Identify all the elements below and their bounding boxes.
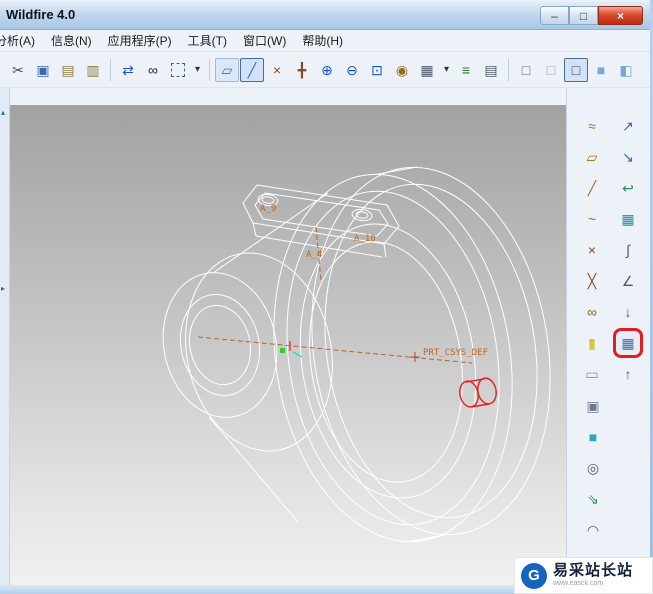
minimize-button[interactable]: – <box>540 6 569 25</box>
datum-axis-display-icon[interactable]: ╱ <box>240 57 264 82</box>
views-dropdown-icon[interactable]: ▾ <box>440 58 453 82</box>
saved-views-icon[interactable]: ▦ <box>415 58 439 82</box>
appearance-icon[interactable]: ▮ <box>580 331 604 355</box>
watermark-logo-icon: G <box>521 562 547 589</box>
watermark-url: www.easck.com <box>553 579 604 587</box>
menu-tools[interactable]: 工具(T) <box>180 30 235 51</box>
sketch-tool-icon[interactable]: ∠ <box>616 269 640 293</box>
feature-toolbar: ≈ ↗ ▱ ↘ ╱ ↩ ~ ▦ × ∫ ╳ ∠ ∞ ↓ ▮ ▦ ▭ ↑ ▣ ■ … <box>566 88 653 594</box>
orientation-triad <box>280 341 303 358</box>
datum-plane-display-icon[interactable]: ▱ <box>215 57 239 82</box>
shaded-display-icon[interactable]: ■ <box>589 58 613 82</box>
menubar: 分析(A) 信息(N) 应用程序(P) 工具(T) 窗口(W) 帮助(H) <box>0 30 653 52</box>
model-viewport[interactable]: A_9 A_10 A_4 PRT_CSYS_DEF <box>10 105 566 585</box>
close-button[interactable]: × <box>598 6 643 25</box>
feature-toolbar-grid: ≈ ↗ ▱ ↘ ╱ ↩ ~ ▦ × ∫ ╳ ∠ ∞ ↓ ▮ ▦ ▭ ↑ <box>567 114 653 386</box>
datum-tag-a10[interactable]: A_10 <box>354 234 376 244</box>
datum-axis-icon[interactable]: ╱ <box>580 176 604 200</box>
round-icon[interactable]: ◠ <box>581 518 605 542</box>
chain-tool-icon[interactable]: ∞ <box>580 300 604 324</box>
merge-tool-icon[interactable]: ↩ <box>616 176 640 200</box>
datum-plane-icon[interactable]: ▱ <box>580 145 604 169</box>
menu-applications[interactable]: 应用程序(P) <box>100 30 180 51</box>
watermark-brand: 易采站长站 <box>553 562 634 580</box>
maximize-button[interactable]: □ <box>569 6 598 25</box>
refit-icon[interactable]: ⊡ <box>365 58 389 82</box>
no-hidden-display-icon[interactable]: □ <box>564 57 588 82</box>
project-tool-icon[interactable]: ↓ <box>616 300 640 324</box>
toolbar-separator <box>209 58 210 81</box>
menu-analysis[interactable]: 分析(A) <box>0 30 43 51</box>
main-toolbar: ✂ ▣ ▤ ▥ ⇄ ∞ ▾ ▱ ╱ × ╋ ⊕ ⊖ ⊡ ◉ ▦ ▾ ≡ ▤ □ … <box>0 52 653 88</box>
cut-icon[interactable]: ✂ <box>6 58 30 82</box>
copy-geometry-icon[interactable]: ↗ <box>616 114 640 138</box>
menu-info[interactable]: 信息(N) <box>43 30 100 51</box>
menu-help[interactable]: 帮助(H) <box>294 30 351 51</box>
datum-tag-a4[interactable]: A_4 <box>306 250 322 260</box>
app-window: Wildfire 4.0 – □ × 分析(A) 信息(N) 应用程序(P) 工… <box>0 0 653 594</box>
paste-icon[interactable]: ▤ <box>56 58 80 82</box>
boundary-blend-icon[interactable]: ▦ <box>616 207 640 231</box>
style-tool-icon[interactable]: ≈ <box>580 114 604 138</box>
window-title: Wildfire 4.0 <box>6 7 76 22</box>
extrude-icon[interactable]: ■ <box>581 425 605 449</box>
toolbar-separator <box>508 58 509 81</box>
window-controls: – □ × <box>540 6 643 25</box>
regenerate-icon[interactable]: ⇄ <box>116 58 140 82</box>
rect-tool-icon[interactable]: ▭ <box>580 362 604 386</box>
datum-point-display-icon[interactable]: × <box>265 58 289 82</box>
find-icon[interactable]: ∞ <box>141 58 165 82</box>
zoom-in-icon[interactable]: ⊕ <box>315 58 339 82</box>
menu-window[interactable]: 窗口(W) <box>235 30 294 51</box>
datum-tag-a9[interactable]: A_9 <box>260 204 276 214</box>
wireframe-display-icon[interactable]: □ <box>514 58 538 82</box>
datum-point-icon[interactable]: × <box>580 238 604 262</box>
left-sash: ▴ ▸ <box>0 88 10 585</box>
paste-geometry-icon[interactable]: ▣ <box>581 394 605 418</box>
curve-points-icon[interactable]: ∫ <box>616 238 640 262</box>
selected-feature-highlight[interactable] <box>457 376 498 408</box>
view-manager-icon[interactable]: ▤ <box>479 58 503 82</box>
datum-curve-icon[interactable]: ~ <box>580 207 604 231</box>
model-wireframe[interactable] <box>150 150 566 559</box>
csys-display-icon[interactable]: ╋ <box>290 58 314 82</box>
mirror-tool-icon[interactable]: ↘ <box>616 145 640 169</box>
selection-filter-icon[interactable] <box>166 58 190 82</box>
layers-icon[interactable]: ≡ <box>454 58 478 82</box>
offset-tool-icon[interactable]: ↑ <box>616 362 640 386</box>
reorient-icon[interactable]: ◉ <box>390 58 414 82</box>
hidden-line-display-icon[interactable]: □ <box>539 58 563 82</box>
csys-tool-icon[interactable]: ▦ <box>616 331 640 355</box>
axis-tool-icon[interactable]: ╳ <box>580 269 604 293</box>
datum-annotations[interactable]: A_9 A_10 A_4 PRT_CSYS_DEF <box>197 204 488 364</box>
paste-special-icon[interactable]: ▥ <box>81 58 105 82</box>
copy-icon[interactable]: ▣ <box>31 58 55 82</box>
titlebar[interactable]: Wildfire 4.0 – □ × <box>0 0 653 30</box>
sash-up-arrow-icon[interactable]: ▴ <box>1 108 5 117</box>
graphics-area[interactable]: A_9 A_10 A_4 PRT_CSYS_DEF <box>10 105 566 585</box>
sash-open-arrow-icon[interactable]: ▸ <box>1 284 5 293</box>
shaded-cube-icon[interactable]: ◧ <box>614 58 638 82</box>
watermark: G 易采站长站 www.easck.com <box>514 557 653 594</box>
toolbar-separator <box>110 58 111 81</box>
csys-tag[interactable]: PRT_CSYS_DEF <box>423 348 488 358</box>
zoom-out-icon[interactable]: ⊖ <box>340 58 364 82</box>
revolve-icon[interactable]: ◎ <box>581 456 605 480</box>
sweep-icon[interactable]: ⇘ <box>581 487 605 511</box>
filter-dropdown-icon[interactable]: ▾ <box>191 58 204 82</box>
